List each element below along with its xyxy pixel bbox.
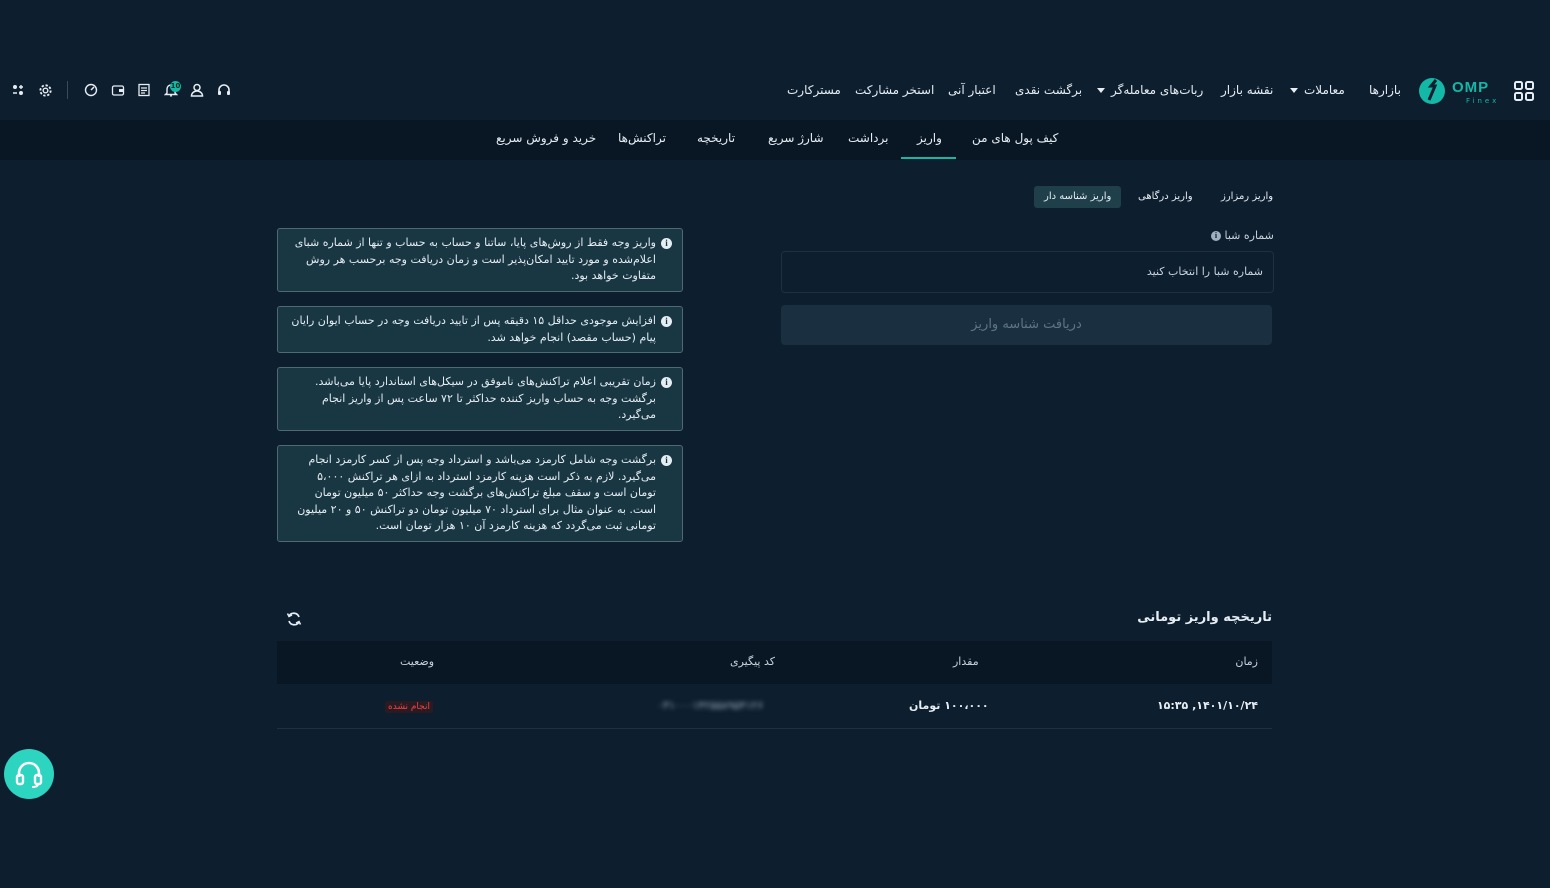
history-table-header: زمان مقدار کد پیگیری وضعیت: [277, 641, 1272, 684]
col-amount: مقدار: [953, 655, 979, 668]
notification-count-badge: 10: [170, 81, 181, 92]
info-note: i برگشت وجه شامل کارمزد می‌باشد و استردا…: [277, 445, 683, 542]
cell-amount: ۱۰۰،۰۰۰ تومان: [909, 699, 989, 712]
nav-markets[interactable]: بازارها: [1369, 83, 1401, 97]
theme-icon[interactable]: [10, 82, 26, 98]
support-chat-button[interactable]: [4, 749, 54, 799]
nav-cashback[interactable]: برگشت نقدی: [1015, 83, 1082, 97]
refresh-icon[interactable]: [286, 611, 302, 627]
logo-text: OMP: [1452, 79, 1490, 96]
nav-pool[interactable]: استخر مشارکت: [855, 83, 934, 97]
table-row: ۱۴۰۱/۱۰/۲۴, ۱۵:۳۵ ۱۰۰،۰۰۰ تومان ۰۳۱۰۰۰۱۴…: [277, 684, 1272, 729]
cell-status: انجام نشده: [385, 699, 433, 713]
status-badge: انجام نشده: [385, 701, 433, 713]
get-deposit-id-button[interactable]: دریافت شناسه واریز: [781, 305, 1272, 345]
chevron-down-icon: [1290, 88, 1298, 93]
orders-icon[interactable]: [136, 82, 152, 98]
logo-mark-icon[interactable]: [1417, 76, 1447, 106]
tab-history[interactable]: تاریخچه: [697, 131, 735, 145]
info-icon: i: [661, 238, 672, 249]
tab-deposit[interactable]: واریز: [917, 131, 942, 145]
toolbar-divider: [67, 81, 68, 99]
chevron-down-icon: [1097, 88, 1105, 93]
nav-market-map[interactable]: نقشه بازار: [1221, 83, 1273, 97]
info-icon[interactable]: i: [1211, 231, 1221, 241]
info-note: i زمان تقریبی اعلام تراکنش‌های ناموفق در…: [277, 367, 683, 431]
info-note: i واریز وجه فقط از روش‌های پایا، ساتنا و…: [277, 228, 683, 292]
dashboard-icon[interactable]: [83, 82, 99, 98]
support-icon[interactable]: [216, 82, 232, 98]
settings-icon[interactable]: [37, 82, 53, 98]
nav-trades[interactable]: معاملات: [1290, 83, 1345, 97]
user-icon[interactable]: [189, 82, 205, 98]
tab-my-wallets[interactable]: کیف پول های من: [972, 131, 1058, 145]
cell-time: ۱۴۰۱/۱۰/۲۴, ۱۵:۳۵: [1156, 699, 1258, 712]
tab-quick-charge[interactable]: شارژ سریع: [768, 131, 824, 145]
wallet-icon[interactable]: [110, 82, 126, 98]
active-tab-indicator: [901, 157, 956, 159]
logo-subtext: Finex: [1466, 97, 1500, 105]
method-crypto-deposit[interactable]: واریز رمزارز: [1211, 186, 1283, 208]
info-icon: i: [661, 377, 672, 388]
tab-transactions[interactable]: تراکنش‌ها: [618, 131, 666, 145]
tab-withdraw[interactable]: برداشت: [848, 131, 888, 145]
apps-grid-icon[interactable]: [1513, 80, 1535, 102]
nav-trading-bots[interactable]: ربات‌های معامله‌گر: [1097, 83, 1203, 97]
sheba-label: شماره شبا i: [1207, 229, 1274, 242]
info-note: i افزایش موجودی حداقل ۱۵ دقیقه پس از تای…: [277, 306, 683, 353]
col-time: زمان: [1235, 655, 1258, 668]
info-icon: i: [661, 316, 672, 327]
history-title: تاریخچه واریز تومانی: [1137, 610, 1272, 625]
method-id-deposit[interactable]: واریز شناسه دار: [1034, 186, 1122, 208]
nav-instant-credit[interactable]: اعتبار آنی: [948, 83, 996, 97]
tab-quick-buy-sell[interactable]: خرید و فروش سریع: [496, 131, 596, 145]
info-icon: i: [661, 455, 672, 466]
method-gateway-deposit[interactable]: واریز درگاهی: [1128, 186, 1203, 208]
nav-mastercard[interactable]: مسترکارت: [787, 83, 841, 97]
col-status: وضعیت: [400, 655, 435, 668]
sheba-placeholder: شماره شبا را انتخاب کنید: [1146, 265, 1263, 278]
cell-tracking: ۰۳۱۰۰۰۱۴۲۵۵۸۹۵۴۱۲۶: [657, 699, 764, 712]
headset-icon: [15, 761, 43, 788]
sheba-select[interactable]: شماره شبا را انتخاب کنید: [781, 251, 1274, 293]
col-tracking: کد پیگیری: [730, 655, 775, 668]
